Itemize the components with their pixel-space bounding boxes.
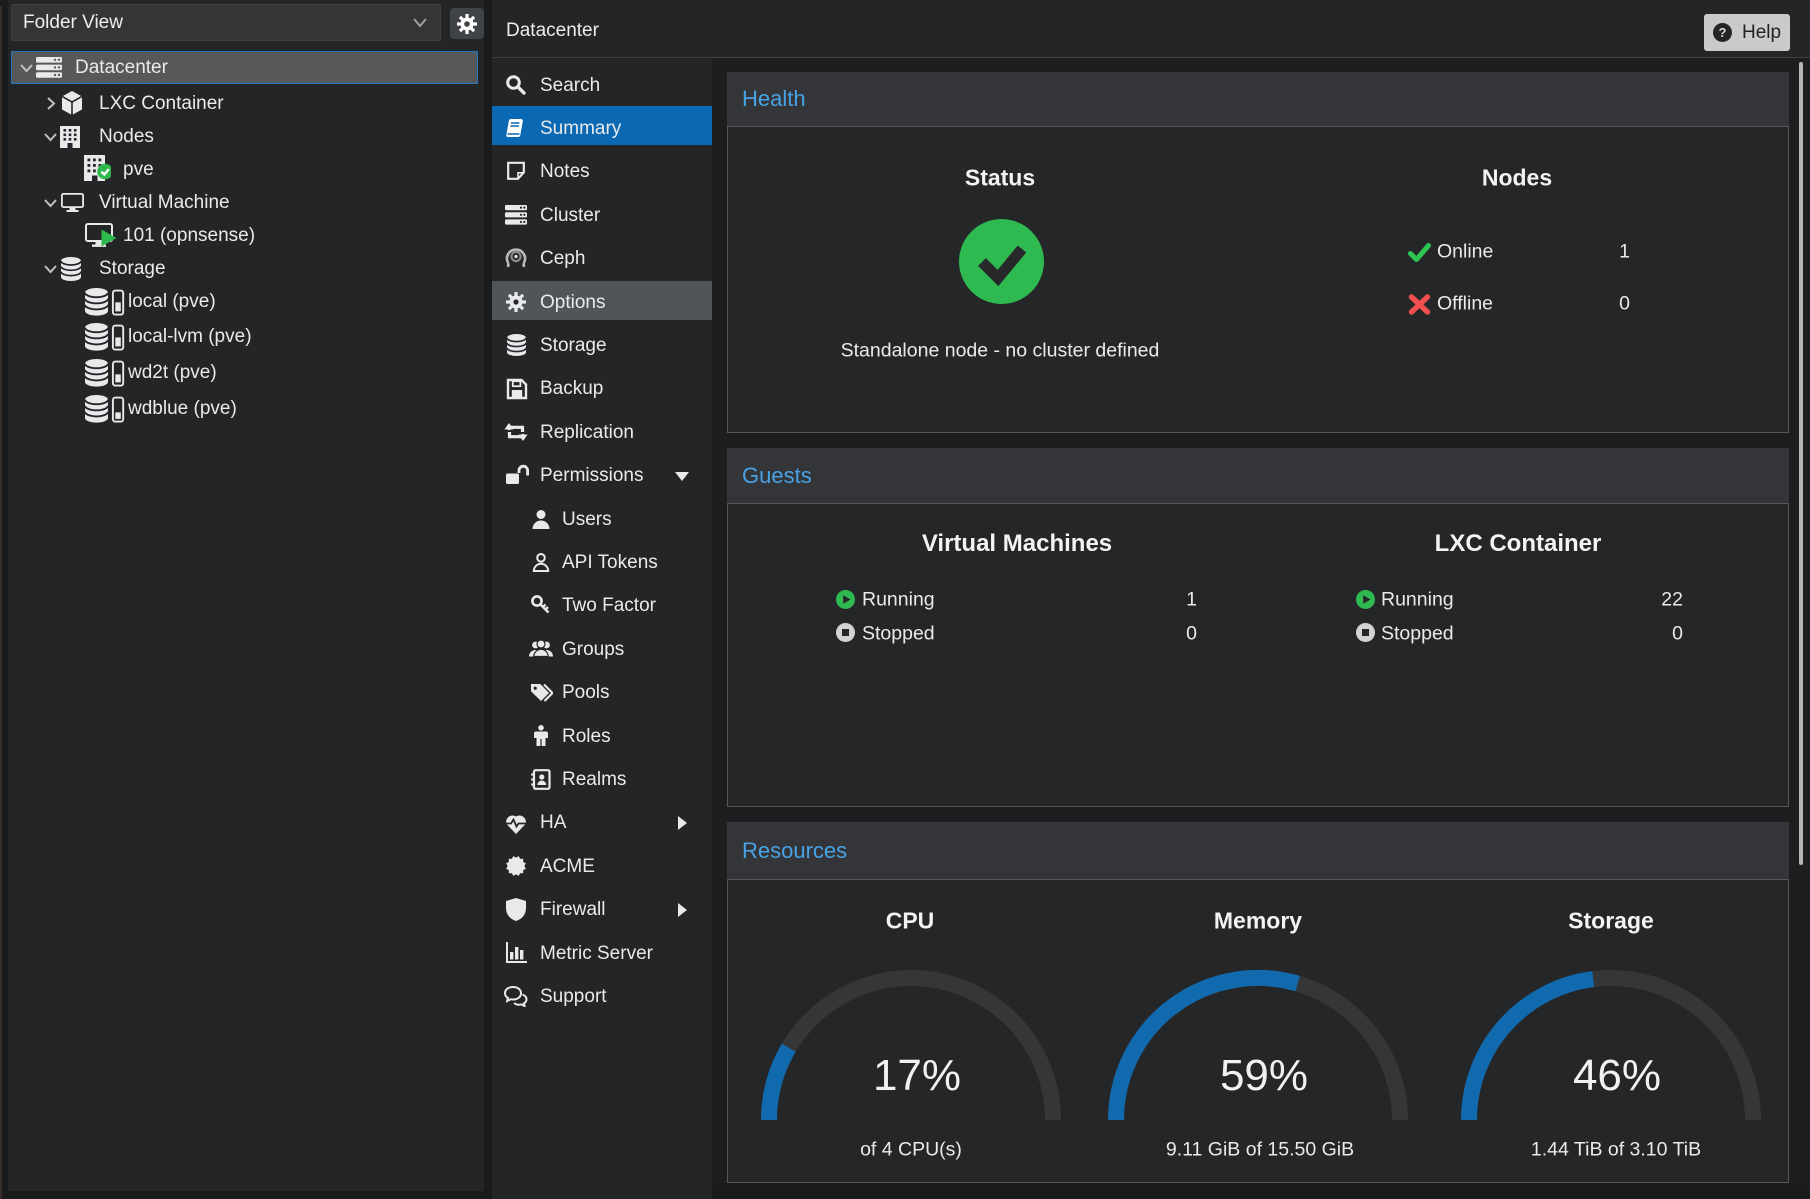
svg-text:?: ?	[1719, 25, 1727, 40]
